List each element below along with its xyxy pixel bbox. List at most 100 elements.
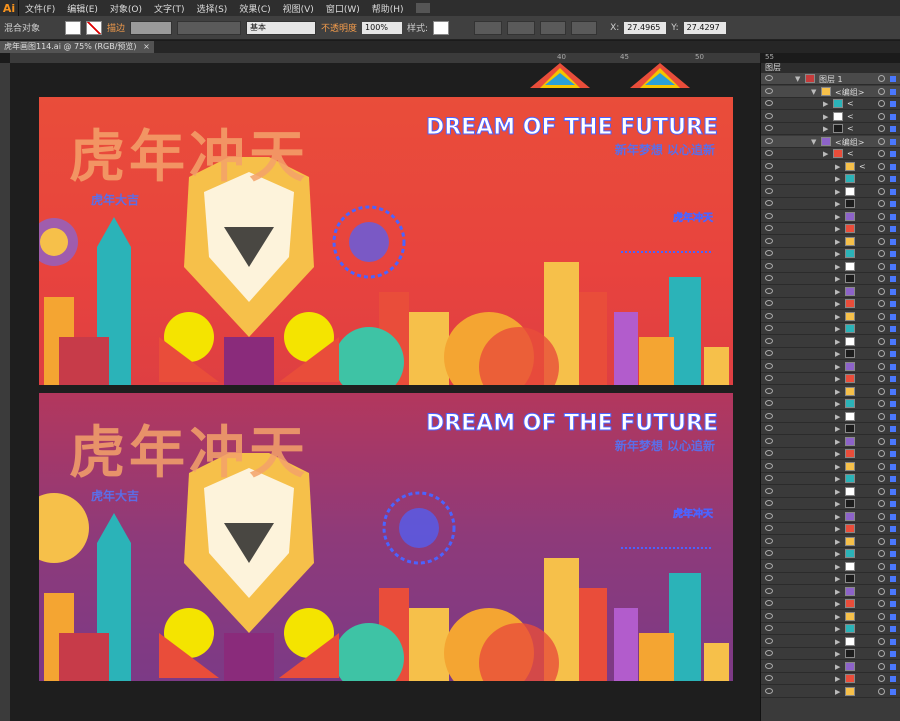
- layer-row[interactable]: ▶: [761, 623, 900, 635]
- target-circle-icon[interactable]: [878, 137, 885, 145]
- layer-row[interactable]: ▶: [761, 436, 900, 448]
- stroke-swatch[interactable]: [86, 20, 103, 35]
- layer-row[interactable]: ▶: [761, 648, 900, 660]
- expand-arrow-icon[interactable]: ▶: [835, 225, 840, 233]
- target-circle-icon[interactable]: [878, 275, 885, 282]
- y-coordinate-input[interactable]: 27.4297: [683, 21, 726, 34]
- expand-arrow-icon[interactable]: ▶: [835, 175, 840, 183]
- selection-square-icon[interactable]: [890, 351, 896, 357]
- target-circle-icon[interactable]: [878, 512, 885, 520]
- layers-panel-title[interactable]: 图层: [761, 63, 900, 73]
- target-circle-icon[interactable]: [878, 162, 885, 170]
- target-circle-icon[interactable]: [878, 562, 885, 570]
- expand-arrow-icon[interactable]: ▶: [835, 275, 840, 283]
- selection-square-icon[interactable]: [890, 363, 896, 370]
- layer-row[interactable]: ▶: [761, 573, 900, 585]
- logo-text[interactable]: 虎年冲天: [673, 505, 714, 521]
- visibility-eye-icon[interactable]: [765, 625, 773, 631]
- expand-arrow-icon[interactable]: ▶: [835, 600, 840, 608]
- layer-row[interactable]: ▶: [761, 461, 900, 473]
- visibility-eye-icon[interactable]: [765, 687, 773, 694]
- layer-row[interactable]: ▶: [761, 248, 900, 260]
- expand-arrow-icon[interactable]: ▶: [835, 425, 840, 433]
- selection-square-icon[interactable]: [890, 501, 896, 507]
- selection-square-icon[interactable]: [890, 88, 896, 95]
- subline-text[interactable]: 新年梦想 以心追新: [615, 437, 715, 454]
- layer-row[interactable]: ▶: [761, 323, 900, 335]
- target-circle-icon[interactable]: [878, 250, 885, 257]
- expand-arrow-icon[interactable]: ▶: [835, 675, 840, 683]
- visibility-eye-icon[interactable]: [765, 350, 773, 356]
- expand-arrow-icon[interactable]: ▶: [835, 663, 840, 671]
- layer-row[interactable]: ▶: [761, 598, 900, 610]
- expand-arrow-icon[interactable]: ▶: [835, 375, 840, 383]
- selection-square-icon[interactable]: [890, 113, 896, 120]
- visibility-eye-icon[interactable]: [765, 112, 773, 119]
- visibility-eye-icon[interactable]: [765, 337, 773, 344]
- target-circle-icon[interactable]: [878, 112, 885, 120]
- canvas[interactable]: 虎年冲天 虎年大吉 DREAM OF THE FUTURE 新年梦想 以心追新 …: [10, 63, 760, 721]
- target-circle-icon[interactable]: [878, 312, 885, 320]
- visibility-eye-icon[interactable]: [765, 425, 773, 431]
- selection-square-icon[interactable]: [890, 326, 896, 332]
- selection-square-icon[interactable]: [890, 613, 896, 620]
- selection-square-icon[interactable]: [890, 263, 896, 270]
- selection-square-icon[interactable]: [890, 226, 896, 232]
- target-circle-icon[interactable]: [878, 262, 885, 270]
- menu-object[interactable]: 对象(O): [104, 2, 148, 15]
- subline-text[interactable]: 新年梦想 以心追新: [615, 141, 715, 158]
- selection-square-icon[interactable]: [890, 601, 896, 607]
- layer-row[interactable]: ▶: [761, 548, 900, 560]
- visibility-eye-icon[interactable]: [765, 450, 773, 456]
- document-tab[interactable]: 虎年画图114.ai @ 75% (RGB/预览) ×: [0, 41, 154, 53]
- target-circle-icon[interactable]: [878, 675, 885, 682]
- layer-row[interactable]: ▶: [761, 611, 900, 623]
- target-circle-icon[interactable]: [878, 350, 885, 357]
- target-circle-icon[interactable]: [878, 600, 885, 607]
- visibility-eye-icon[interactable]: [765, 137, 773, 144]
- visibility-eye-icon[interactable]: [765, 287, 773, 294]
- expand-arrow-icon[interactable]: ▶: [835, 688, 840, 696]
- layer-row[interactable]: ▶: [761, 223, 900, 235]
- target-circle-icon[interactable]: [878, 637, 885, 645]
- fill-swatch[interactable]: [65, 20, 82, 35]
- target-circle-icon[interactable]: [878, 87, 885, 95]
- distribute-icon[interactable]: [571, 20, 598, 35]
- expand-arrow-icon[interactable]: ▶: [835, 363, 840, 371]
- dotted-line[interactable]: [621, 547, 711, 553]
- expand-arrow-icon[interactable]: ▶: [835, 350, 840, 358]
- menu-help[interactable]: 帮助(H): [366, 2, 410, 15]
- style-swatch[interactable]: [433, 20, 450, 35]
- expand-arrow-icon[interactable]: ▶: [835, 238, 840, 246]
- target-circle-icon[interactable]: [878, 100, 885, 107]
- target-circle-icon[interactable]: [878, 412, 885, 420]
- opacity-label[interactable]: 不透明度: [321, 21, 357, 34]
- dream-text[interactable]: DREAM OF THE FUTURE: [425, 115, 718, 141]
- x-coordinate-input[interactable]: 27.4965: [624, 21, 667, 34]
- selection-square-icon[interactable]: [890, 213, 896, 220]
- layer-row[interactable]: ▼ 图层 1: [761, 73, 900, 85]
- target-circle-icon[interactable]: [878, 337, 885, 345]
- artboard-top[interactable]: 虎年冲天 虎年大吉 DREAM OF THE FUTURE 新年梦想 以心追新 …: [39, 97, 733, 385]
- layer-row[interactable]: ▶: [761, 661, 900, 673]
- selection-square-icon[interactable]: [890, 251, 896, 257]
- expand-arrow-icon[interactable]: ▶: [823, 150, 828, 158]
- visibility-eye-icon[interactable]: [765, 412, 773, 419]
- visibility-eye-icon[interactable]: [765, 187, 773, 194]
- layer-row[interactable]: ▶ <: [761, 148, 900, 160]
- selection-square-icon[interactable]: [890, 663, 896, 670]
- layer-row[interactable]: ▶: [761, 561, 900, 573]
- layer-row[interactable]: ▶: [761, 423, 900, 435]
- visibility-eye-icon[interactable]: [765, 562, 773, 569]
- menu-edit[interactable]: 编辑(E): [61, 2, 104, 15]
- horizontal-ruler[interactable]: 40 45 50 55 60: [10, 53, 774, 63]
- target-circle-icon[interactable]: [878, 187, 885, 195]
- expand-arrow-icon[interactable]: ▶: [823, 113, 828, 121]
- layer-row[interactable]: ▶ <: [761, 98, 900, 110]
- target-circle-icon[interactable]: [878, 662, 885, 670]
- menu-window[interactable]: 窗口(W): [320, 2, 366, 15]
- selection-square-icon[interactable]: [890, 238, 896, 245]
- expand-arrow-icon[interactable]: ▶: [835, 513, 840, 521]
- selection-square-icon[interactable]: [890, 513, 896, 520]
- selection-square-icon[interactable]: [890, 388, 896, 395]
